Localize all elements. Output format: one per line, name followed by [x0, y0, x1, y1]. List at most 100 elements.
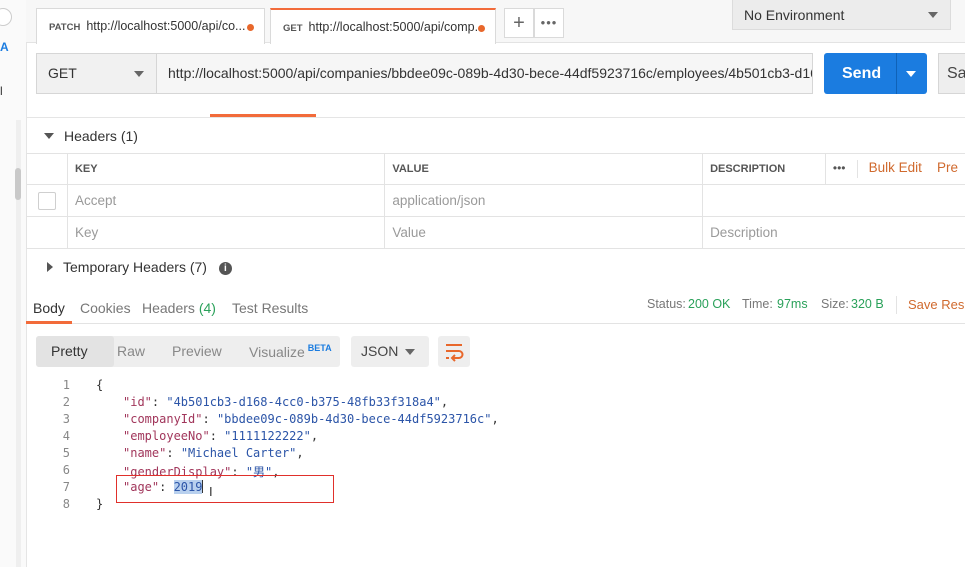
new-value-input[interactable]: Value — [384, 216, 704, 249]
meta-divider — [896, 296, 897, 314]
more-options-icon[interactable]: ••• — [833, 161, 846, 175]
json-comma: , — [296, 446, 304, 460]
sidebar-letter: l — [0, 84, 3, 98]
value-column-header: VALUE — [384, 153, 704, 185]
json-brace: { — [96, 378, 104, 392]
new-key-input[interactable]: Key — [66, 216, 386, 249]
json-comma: , — [491, 412, 499, 426]
table-header-row: KEY VALUE DESCRIPTION ••• Bulk Edit Pre — [26, 153, 965, 185]
key-column-header: KEY — [66, 153, 386, 185]
line-number: 5 — [62, 446, 70, 460]
line-number: 1 — [62, 378, 70, 392]
wrap-lines-icon — [446, 344, 464, 362]
header-enable-checkbox[interactable] — [37, 191, 56, 210]
url-input[interactable]: http://localhost:5000/api/companies/bbde… — [156, 53, 813, 94]
sidebar-scroll-thumb[interactable] — [15, 168, 21, 200]
json-value: "4b501cb3-d168-4cc0-b375-48fb33f318a4" — [166, 395, 441, 409]
temporary-headers-toggle[interactable]: Temporary Headers (7) i — [47, 258, 232, 276]
description-column-header: DESCRIPTION — [702, 153, 826, 185]
environment-select[interactable]: No Environment — [732, 0, 951, 30]
status-label: Status: — [647, 297, 686, 311]
chevron-down-icon[interactable] — [906, 71, 916, 77]
send-divider — [896, 53, 897, 94]
json-key: "name" — [123, 446, 167, 460]
view-mode-group: Pretty Raw Preview Visualize BETA — [36, 336, 340, 367]
bulk-edit-link[interactable]: Bulk Edit — [869, 160, 922, 175]
save-response-button[interactable]: Save Resp — [908, 297, 965, 312]
text-cursor-icon: I — [209, 484, 213, 499]
tab-options-icon[interactable]: ••• — [534, 8, 564, 38]
pretty-button[interactable]: Pretty — [51, 343, 88, 359]
tab-headers[interactable]: Headers (4) — [142, 300, 216, 316]
chevron-down-icon — [134, 71, 144, 77]
caret-down-icon — [44, 133, 54, 139]
beta-badge: BETA — [307, 343, 332, 353]
info-icon[interactable]: i — [218, 262, 232, 275]
tab-test-results[interactable]: Test Results — [232, 300, 308, 316]
table-row: Accept application/json — [26, 184, 965, 217]
line-number: 4 — [62, 429, 70, 443]
header-description-cell[interactable] — [702, 184, 965, 217]
json-line: "name": "Michael Carter", — [123, 446, 304, 460]
time-value: 97ms — [777, 297, 808, 311]
line-number: 6 — [62, 463, 70, 477]
header-value-cell[interactable]: application/json — [384, 184, 704, 217]
tab-cookies[interactable]: Cookies — [80, 300, 131, 316]
headers-section-toggle[interactable]: Headers (1) — [44, 126, 138, 146]
unsaved-dot-icon — [478, 25, 485, 32]
time-label: Time: — [742, 297, 773, 311]
tab-method: GET — [283, 23, 303, 34]
request-tabs-divider — [26, 117, 965, 118]
environment-label: No Environment — [744, 7, 845, 23]
json-line: "employeeNo": "1111122222", — [123, 429, 319, 443]
tab-get-request[interactable]: GET http://localhost:5000/api/comp... — [270, 8, 496, 44]
method-label: GET — [48, 65, 77, 81]
new-tab-plus-icon[interactable]: + — [504, 8, 534, 38]
tab-url: http://localhost:5000/api/comp... — [308, 20, 486, 34]
line-number: 2 — [62, 395, 70, 409]
preview-button[interactable]: Preview — [172, 343, 222, 359]
table-row: Key Value Description — [26, 216, 965, 249]
presets-link[interactable]: Pre — [937, 160, 958, 175]
json-value: "Michael Carter" — [180, 446, 297, 460]
line-number: 3 — [62, 412, 70, 426]
json-key: "id" — [123, 395, 152, 409]
send-label: Send — [842, 65, 882, 82]
temporary-headers-count: (7) — [189, 259, 207, 275]
temporary-headers-title: Temporary Headers — [63, 259, 186, 275]
size-label: Size: — [821, 297, 849, 311]
sidebar-icon[interactable] — [0, 8, 12, 26]
chevron-down-icon — [928, 12, 938, 18]
visualize-button[interactable]: Visualize BETA — [249, 343, 332, 360]
new-description-input[interactable]: Description — [702, 216, 965, 249]
chevron-down-icon — [405, 349, 415, 355]
tab-body[interactable]: Body — [33, 300, 65, 316]
unsaved-dot-icon — [247, 24, 254, 31]
sidebar: A l — [0, 0, 27, 567]
tab-patch-request[interactable]: PATCH http://localhost:5000/api/co... — [36, 8, 265, 44]
json-line: "companyId": "bbdee09c-089b-4d30-bece-44… — [123, 412, 499, 426]
line-number: 8 — [62, 497, 70, 511]
send-button[interactable]: Send — [824, 53, 927, 94]
save-button[interactable]: Sav — [938, 53, 965, 94]
headers-table: KEY VALUE DESCRIPTION ••• Bulk Edit Pre … — [26, 153, 965, 249]
json-key: "employeeNo" — [123, 429, 210, 443]
json-brace: } — [96, 497, 104, 511]
tab-method: PATCH — [49, 22, 81, 33]
format-select[interactable]: JSON — [351, 336, 429, 367]
tab-headers-label: Headers — [142, 300, 195, 316]
header-key-cell[interactable]: Accept — [66, 184, 386, 217]
annotation-highlight-box — [116, 475, 334, 503]
line-number: 7 — [62, 480, 70, 494]
size-value: 320 B — [851, 297, 884, 311]
wrap-lines-button[interactable] — [438, 336, 470, 367]
method-select[interactable]: GET — [36, 53, 157, 94]
format-label: JSON — [361, 343, 399, 359]
status-value: 200 OK — [688, 297, 731, 311]
visualize-label: Visualize — [249, 344, 305, 360]
raw-button[interactable]: Raw — [117, 343, 145, 359]
sidebar-letter: A — [0, 40, 9, 54]
caret-right-icon — [47, 262, 53, 272]
response-tab-underline — [26, 321, 72, 324]
tab-url: http://localhost:5000/api/co... — [86, 19, 246, 33]
